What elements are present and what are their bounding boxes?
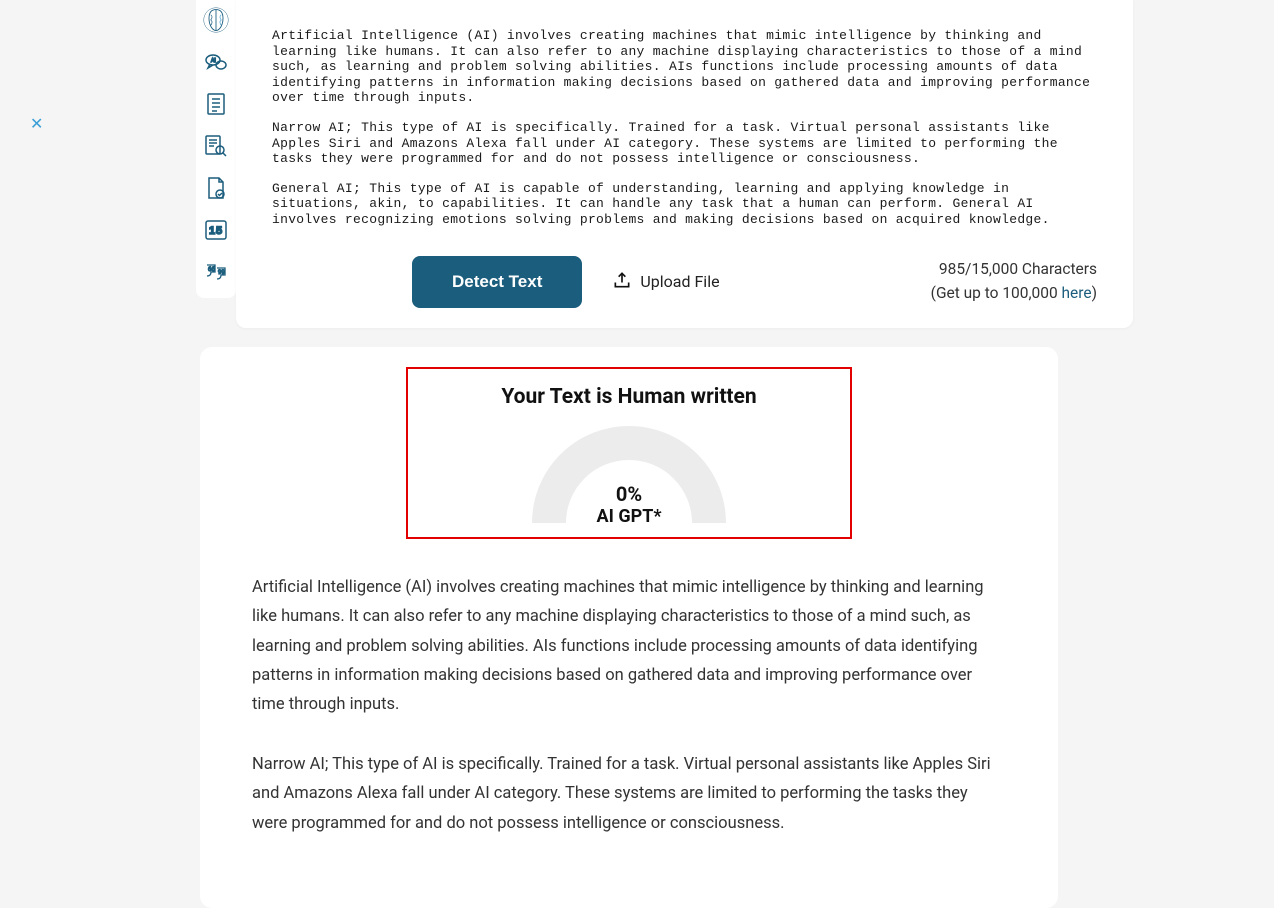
result-gauge: 0% AI GPT* (519, 423, 739, 523)
sidebar-item-doc-search[interactable] (202, 134, 230, 162)
input-paragraph: Artificial Intelligence (AI) involves cr… (272, 28, 1097, 106)
document-list-icon (205, 92, 227, 120)
tool-sidebar: AI 15 6699 (196, 0, 236, 298)
quote-icon: 6699 (204, 262, 228, 286)
digits-icon: 15 (204, 219, 228, 245)
input-paragraph: General AI; This type of AI is capable o… (272, 181, 1097, 228)
gauge-sublabel: AI GPT* (519, 506, 739, 527)
sidebar-item-doc-check[interactable] (202, 176, 230, 204)
result-body: Artificial Intelligence (AI) involves cr… (252, 573, 1006, 838)
svg-text:99: 99 (218, 269, 225, 276)
input-paragraph: Narrow AI; This type of AI is specifical… (272, 120, 1097, 167)
svg-text:1: 1 (209, 225, 215, 237)
upload-file-label: Upload File (640, 272, 719, 291)
gauge-percent: 0% (519, 482, 739, 506)
result-paragraph: Narrow AI; This type of AI is specifical… (252, 750, 1006, 838)
here-link[interactable]: here (1062, 284, 1092, 302)
sidebar-item-brain[interactable] (202, 8, 230, 36)
result-highlight-box: Your Text is Human written 0% AI GPT* (406, 367, 852, 539)
upload-file-button[interactable]: Upload File (612, 270, 719, 294)
svg-text:AI: AI (211, 58, 216, 64)
sidebar-item-quote[interactable]: 6699 (202, 260, 230, 288)
brain-icon (202, 6, 230, 38)
detect-text-button[interactable]: Detect Text (412, 256, 582, 308)
result-paragraph: Artificial Intelligence (AI) involves cr… (252, 573, 1006, 720)
document-check-icon (205, 176, 227, 204)
action-row: Detect Text Upload File 985/15,000 Chara… (272, 256, 1097, 308)
upsell-prefix: (Get up to 100,000 (931, 284, 1062, 302)
char-count-text: 985/15,000 Characters (931, 258, 1097, 281)
input-card: Artificial Intelligence (AI) involves cr… (236, 0, 1133, 328)
character-counter: 985/15,000 Characters (Get up to 100,000… (931, 258, 1097, 305)
document-search-icon (204, 134, 228, 162)
sidebar-item-ai-chat[interactable]: AI (202, 50, 230, 78)
svg-text:66: 66 (208, 266, 215, 273)
sidebar-item-digits[interactable]: 15 (202, 218, 230, 246)
close-icon[interactable]: ✕ (30, 114, 43, 133)
input-text-area[interactable]: Artificial Intelligence (AI) involves cr… (272, 28, 1097, 228)
upload-icon (612, 270, 632, 294)
ai-chat-icon: AI (204, 50, 228, 78)
result-card: Your Text is Human written 0% AI GPT* Ar… (200, 347, 1058, 908)
sidebar-item-doc-list[interactable] (202, 92, 230, 120)
upsell-suffix: ) (1092, 284, 1097, 302)
svg-text:5: 5 (216, 225, 222, 237)
result-title: Your Text is Human written (408, 385, 850, 409)
